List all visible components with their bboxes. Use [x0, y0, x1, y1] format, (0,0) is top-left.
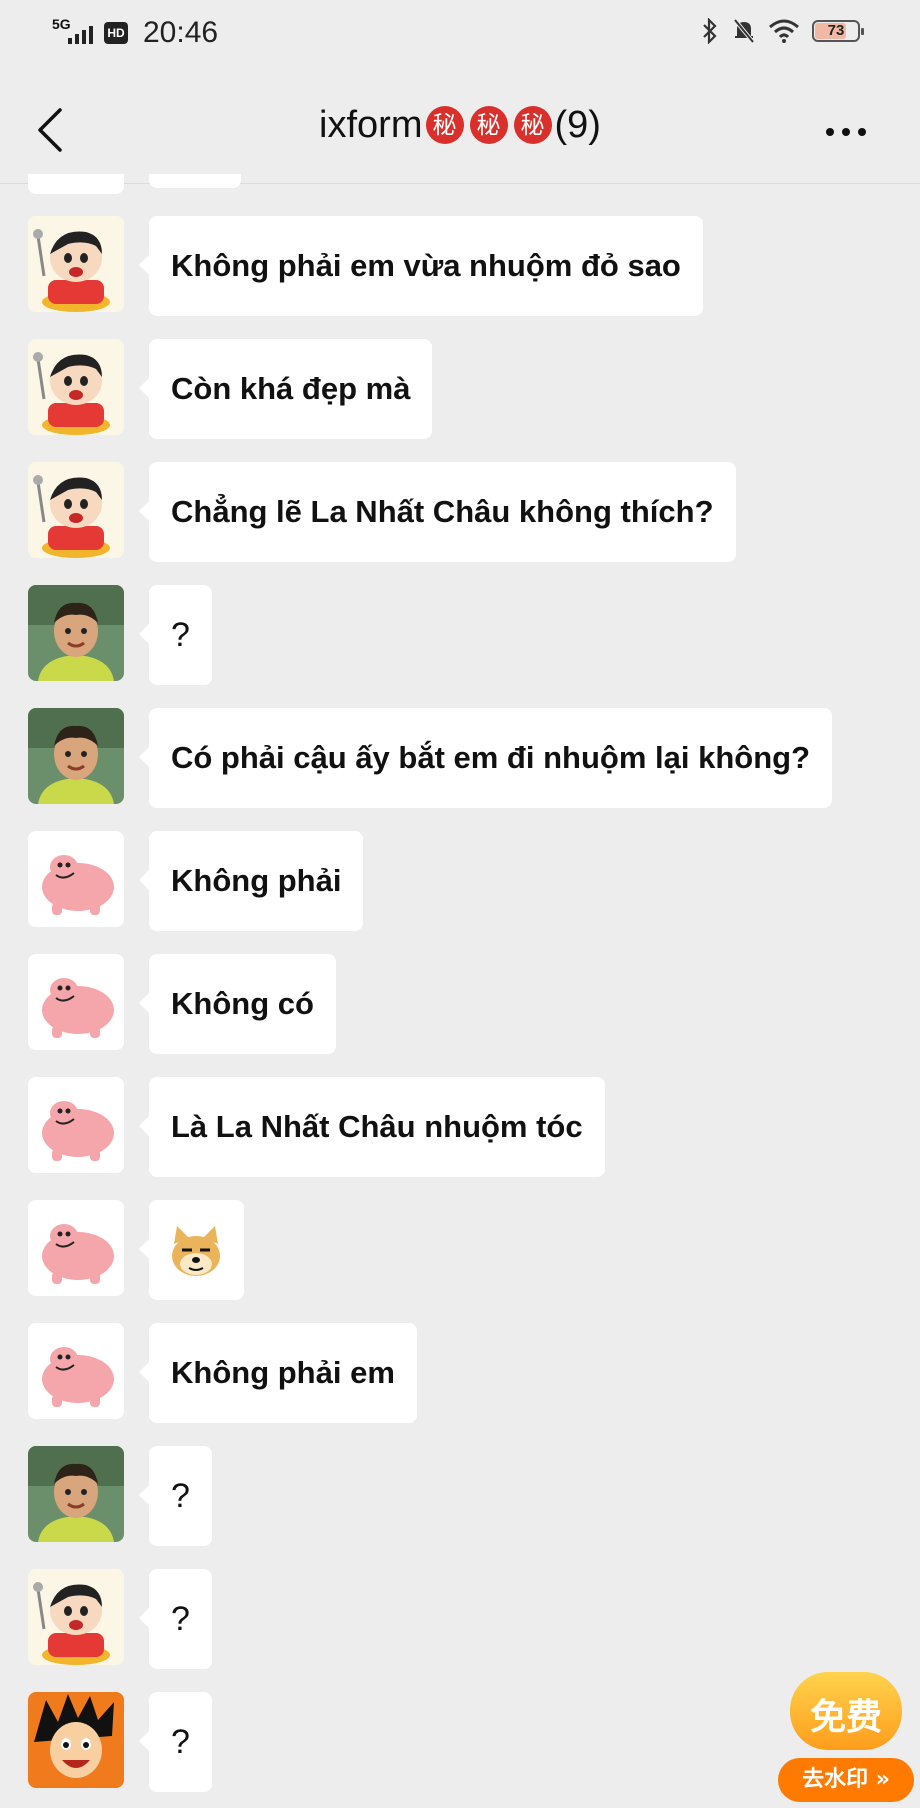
avatar-goku[interactable] — [28, 1692, 124, 1788]
sticker-bubble[interactable] — [139, 1200, 244, 1300]
message-bubble[interactable]: Là La Nhất Châu nhuộm tóc — [139, 1077, 605, 1177]
header-divider — [0, 183, 920, 184]
mute-bell-icon — [733, 18, 755, 44]
remove-watermark-badge[interactable]: 免费 去水印 » — [778, 1672, 918, 1804]
avatar-pig[interactable] — [28, 954, 124, 1050]
seal-emoji-2: 秘 — [469, 106, 508, 144]
message-bubble[interactable]: Không phải — [138, 831, 364, 931]
avatar-shinchan[interactable] — [28, 216, 124, 312]
clock: 20:46 — [143, 16, 219, 49]
message-bubble[interactable]: ? — [139, 585, 212, 685]
hd-icon: HD — [104, 22, 128, 44]
message-bubble[interactable]: ? — [139, 1569, 212, 1669]
avatar-shinchan[interactable] — [28, 462, 124, 558]
seal-emoji-1: 秘 — [425, 106, 464, 144]
wifi-icon — [769, 19, 799, 43]
battery-icon: 73 — [812, 20, 864, 42]
message-bubble[interactable]: Chẳng lẽ La Nhất Châu không thích? — [139, 462, 736, 562]
message-bubble[interactable]: Có phải cậu ấy bắt em đi nhuộm lại không… — [138, 708, 833, 808]
avatar-partial[interactable] — [28, 174, 124, 194]
status-bar: 5G HD 20:46 73 — [0, 0, 920, 70]
bluetooth-icon — [703, 18, 717, 44]
avatar-pig[interactable] — [28, 1323, 124, 1419]
chat-title-name: ixform — [319, 104, 423, 146]
chat-title: ixform 秘秘秘 (9) — [0, 104, 920, 147]
avatar-boy[interactable] — [28, 585, 124, 681]
message-bubble[interactable]: ? — [139, 1692, 212, 1792]
avatar-shinchan[interactable] — [28, 339, 124, 435]
doge-sticker — [172, 1226, 220, 1276]
message-bubble[interactable]: ? — [139, 1446, 212, 1546]
avatar-pig[interactable] — [28, 831, 124, 927]
status-right: 73 — [700, 18, 864, 44]
bubble-partial[interactable] — [149, 174, 241, 188]
free-label: 免费 — [810, 1697, 883, 1738]
avatar-boy[interactable] — [28, 708, 124, 804]
member-count: (9) — [554, 104, 601, 146]
avatar-pig[interactable] — [28, 1200, 124, 1296]
more-icon[interactable] — [816, 110, 876, 150]
signal-icon — [68, 26, 93, 44]
message-bubble[interactable]: Không phải em — [139, 1323, 417, 1423]
remove-watermark-button[interactable]: 去水印 » — [778, 1758, 914, 1802]
avatar-boy[interactable] — [28, 1446, 124, 1542]
avatar-pig[interactable] — [28, 1077, 124, 1173]
seal-emoji-3: 秘 — [513, 106, 552, 144]
message-bubble[interactable]: Còn khá đẹp mà — [138, 339, 433, 439]
free-badge: 免费 — [790, 1672, 902, 1750]
message-bubble[interactable]: Không có — [139, 954, 336, 1054]
chat-header: ixform 秘秘秘 (9) — [0, 80, 920, 180]
avatar-shinchan[interactable] — [28, 1569, 124, 1665]
message-bubble[interactable]: Không phải em vừa nhuộm đỏ sao — [139, 216, 703, 316]
battery-percent: 73 — [827, 22, 845, 39]
